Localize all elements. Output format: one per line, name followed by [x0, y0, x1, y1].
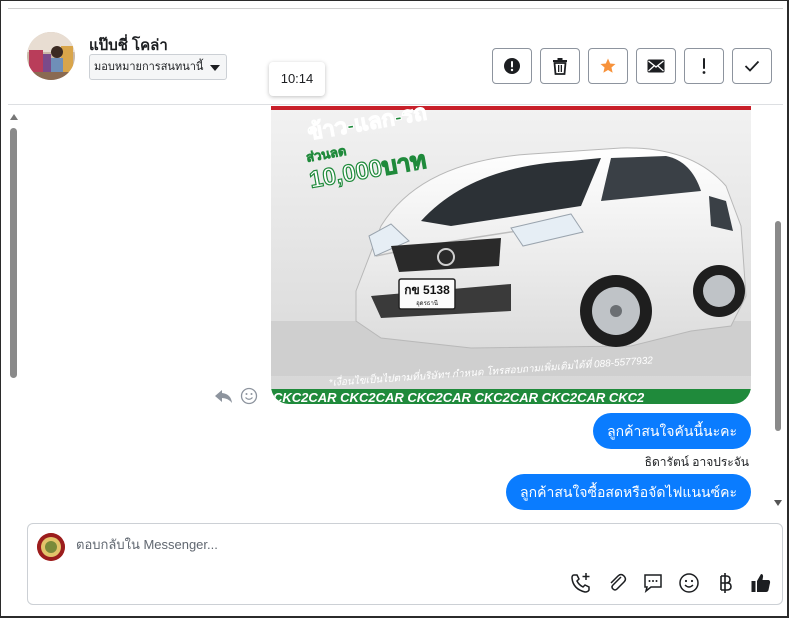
emoji-button[interactable] — [677, 571, 701, 595]
assign-label: มอบหมายการสนทนานี้ — [94, 61, 204, 73]
baht-icon — [720, 573, 732, 593]
star-icon — [600, 58, 616, 73]
right-scrollbar[interactable] — [773, 106, 783, 518]
left-scrollbar[interactable] — [8, 106, 20, 518]
react-emoji-icon[interactable] — [240, 387, 258, 410]
mark-done-button[interactable] — [732, 48, 772, 84]
message-bubble[interactable]: ลูกค้าสนใจคันนี้นะคะ — [593, 413, 751, 449]
thumbs-up-icon — [751, 574, 771, 592]
emoji-icon — [679, 573, 699, 593]
exclamation-icon — [702, 58, 706, 74]
reply-arrow-icon[interactable] — [214, 388, 234, 409]
scroll-down-arrow-icon[interactable] — [774, 500, 782, 506]
reply-composer — [27, 523, 783, 605]
like-button[interactable] — [749, 571, 773, 595]
plate-province: อุดรธานี — [416, 299, 438, 307]
add-call-icon — [571, 573, 590, 593]
scroll-thumb-right[interactable] — [775, 221, 781, 431]
delete-button[interactable] — [540, 48, 580, 84]
car-ad-image[interactable]: กข 5138 อุดรธานี ข้าว-แลก-รถ ส่วนลด 10,0… — [271, 106, 751, 404]
check-icon — [744, 60, 760, 72]
saved-reply-icon — [644, 574, 662, 593]
agent-name: ธิดารัตน์ อาจประจัน — [644, 455, 749, 469]
saved-replies-button[interactable] — [641, 571, 665, 595]
assign-conversation-dropdown[interactable]: มอบหมายการสนทนานี้ — [89, 54, 227, 80]
spam-button[interactable] — [492, 48, 532, 84]
timestamp-tooltip: 10:14 — [269, 62, 325, 96]
add-call-button[interactable] — [569, 571, 593, 595]
follow-up-button[interactable] — [684, 48, 724, 84]
star-button[interactable] — [588, 48, 628, 84]
ad-watermark: CKC2CAR CKC2CAR CKC2CAR CKC2CAR CKC2CAR … — [273, 390, 645, 404]
payment-button[interactable] — [713, 571, 737, 595]
exclamation-circle-icon — [504, 58, 520, 74]
mark-unread-button[interactable] — [636, 48, 676, 84]
scroll-up-arrow-icon[interactable] — [10, 114, 18, 120]
conversation-thread[interactable]: กข 5138 อุดรธานี ข้าว-แลก-รถ ส่วนลด 10,0… — [8, 106, 783, 518]
car-ad-graphic: กข 5138 อุดรธานี ข้าว-แลก-รถ ส่วนลด 10,0… — [271, 106, 751, 404]
message-bubble[interactable]: ลูกค้าสนใจซื้อสดหรือจัดไฟแนนซ์คะ — [506, 474, 751, 510]
scroll-thumb[interactable] — [10, 128, 17, 378]
paperclip-icon — [610, 573, 627, 591]
reply-input[interactable] — [76, 537, 576, 552]
envelope-icon — [647, 59, 665, 73]
contact-avatar[interactable] — [27, 32, 75, 80]
trash-icon — [553, 58, 567, 75]
attach-button[interactable] — [605, 571, 629, 595]
caret-down-icon — [210, 65, 220, 71]
conversation-header: แป๊บชี่ โคล่า มอบหมายการสนทนานี้ — [8, 9, 783, 105]
page-avatar — [37, 533, 65, 561]
plate-number: กข 5138 — [404, 283, 450, 297]
